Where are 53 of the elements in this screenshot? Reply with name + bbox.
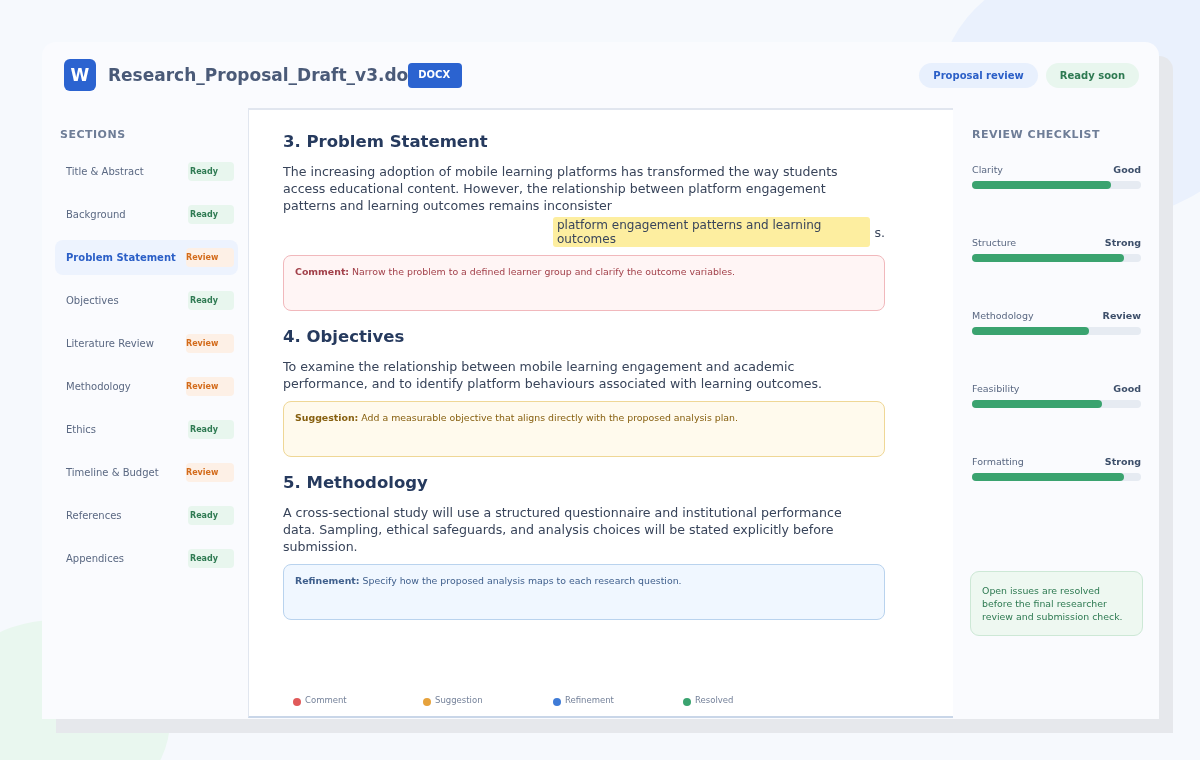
section-nav-item[interactable]: Methodology Review (55, 369, 238, 404)
status-badge: Ready (188, 420, 234, 439)
criterion-rating: Strong (1104, 237, 1141, 248)
section-nav-item[interactable]: Appendices Ready (55, 541, 238, 576)
status-badge: Ready (188, 205, 234, 224)
criterion-label: Formatting (972, 456, 1024, 467)
section-heading: 3. Problem Statement (283, 132, 489, 151)
section-paragraph: To examine the relationship between mobile learning engagement and academic performance, and to identify platform behaviours associated with learning outcomes. (283, 358, 823, 392)
section-paragraph: The increasing adoption of mobile learning platforms has transformed the way students access educational content. However, the relationship between platform engagement patterns and learning outcomes remains inconsister (283, 163, 839, 214)
criterion-rating: Good (1113, 383, 1141, 394)
criterion-label: Clarity (972, 164, 1003, 175)
section-heading: 5. Methodology (283, 473, 429, 492)
section-nav-item[interactable]: Timeline & Budget Review (55, 455, 238, 490)
section-paragraph: A cross-sectional study will use a structured questionnaire and institutional performance data. Sampling, ethical safeguards, and analysis choices will be stated explicitly before submission. (283, 504, 843, 555)
criterion-rating: Review (1102, 310, 1141, 321)
criterion-label: Structure (972, 237, 1017, 248)
status-badge: Review (186, 463, 234, 482)
section-nav-item[interactable]: Literature Review Review (55, 326, 238, 361)
file-name: Research_Proposal_Draft_v3.do (108, 65, 409, 85)
format-badge: DOCX (408, 62, 463, 88)
legend-label: Resolved (695, 695, 734, 705)
review-note: Refinement: Specify how the proposed analysis maps to each research question. (283, 564, 885, 620)
status-badge: Ready (188, 506, 234, 525)
status-badge: Review (186, 377, 234, 396)
status-pill: Proposal review (919, 62, 1038, 88)
section-nav-item[interactable]: Title & Abstract Ready (55, 154, 238, 189)
app-logo-icon: W (64, 59, 96, 91)
status-badge: Review (186, 334, 234, 353)
section-nav-item[interactable]: References Ready (55, 498, 238, 533)
panel-heading: REVIEW CHECKLIST (972, 128, 1101, 141)
info-note: Open issues are resolved before the final researcher review and submission check. (970, 571, 1143, 636)
status-badge: Review (186, 248, 234, 267)
legend-label: Refinement (565, 695, 614, 705)
review-note: Suggestion: Add a measurable objective that aligns directly with the proposed analysis plan. (283, 401, 885, 457)
legend-label: Suggestion (435, 695, 483, 705)
sidebar-heading: SECTIONS (60, 128, 127, 141)
review-note: Comment: Narrow the problem to a defined learner group and clarify the outcome variables. (283, 255, 885, 311)
criterion-label: Feasibility (972, 383, 1020, 394)
section-nav-item[interactable]: Background Ready (55, 197, 238, 232)
section-nav-item[interactable]: Objectives Ready (55, 283, 238, 318)
section-nav-item[interactable]: Ethics Ready (55, 412, 238, 447)
paragraph-text: s. (874, 224, 885, 240)
status-pill: Ready soon (1045, 62, 1139, 88)
criterion-rating: Good (1113, 164, 1141, 175)
criterion-rating: Strong (1104, 456, 1141, 467)
highlighted-text[interactable]: platform engagement patterns and learning outcomes (553, 217, 871, 247)
section-heading: 4. Objectives (283, 327, 406, 346)
status-badge: Ready (188, 549, 234, 568)
section-nav-item[interactable]: Problem Statement Review (55, 240, 238, 275)
legend-label: Comment (305, 695, 347, 705)
status-badge: Ready (188, 162, 234, 181)
criterion-label: Methodology (972, 310, 1034, 321)
status-badge: Ready (188, 291, 234, 310)
